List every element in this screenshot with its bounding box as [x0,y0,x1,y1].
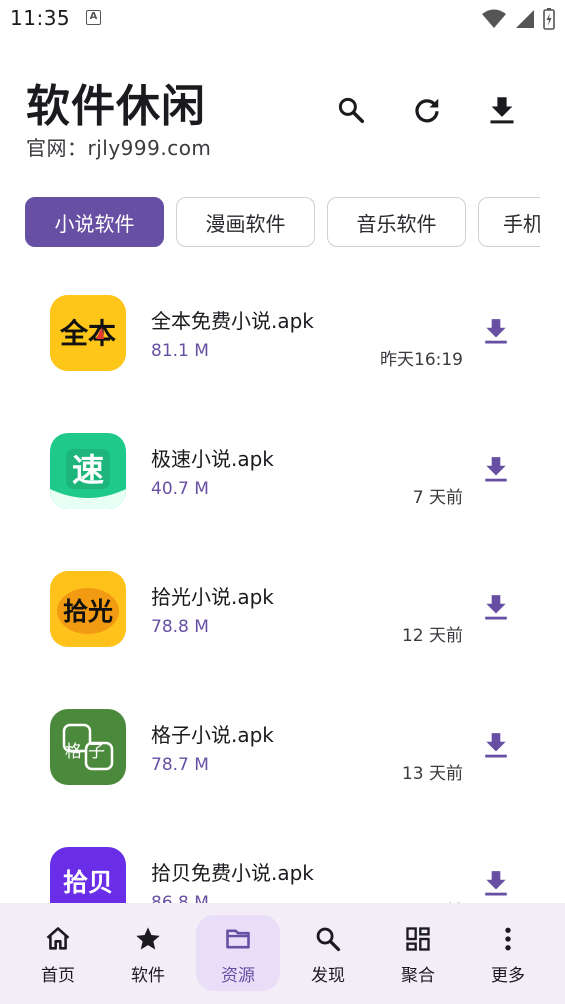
home-icon [44,925,72,953]
nav-label: 首页 [41,966,75,986]
status-icons [481,8,555,30]
wifi-icon [482,9,506,28]
download-icon [485,457,507,482]
search-button[interactable] [329,88,373,132]
nav-label: 资源 [221,966,255,986]
bottom-navigation: 首页 软件 资源 发现 聚合 更多 [0,903,565,1004]
more-vert-icon [494,925,522,953]
file-time: 7 天前 [412,488,463,508]
file-list: 全本 全本免费小说.apk 81.1 M 昨天16:19 速 极速小说.apk … [0,265,565,905]
download-file-button[interactable] [478,313,514,349]
grid-icon [404,925,432,953]
file-row[interactable]: 拾光 拾光小说.apk 78.8 M 12 天前 [0,541,565,679]
file-name: 极速小说.apk [151,447,274,471]
file-size: 81.1 M [151,341,209,361]
nav-item-discover[interactable]: 发现 [283,903,373,1004]
notification-a-icon: A [86,10,101,25]
download-icon [490,97,514,124]
nav-label: 发现 [311,966,345,986]
nav-label: 聚合 [401,966,435,986]
quanben-app-icon: 全本 [50,295,126,371]
tab-label: 漫画软件 [205,211,286,236]
download-icon [485,733,507,758]
file-time: 昨天16:19 [380,350,463,370]
file-row[interactable]: 全本 全本免费小说.apk 81.1 M 昨天16:19 [0,265,565,403]
download-icon [485,595,507,620]
file-name: 全本免费小说.apk [151,309,314,333]
file-row[interactable]: 拾贝 拾贝免费小说.apk 86.8 M 17 天前 [0,817,565,905]
file-time: 13 天前 [401,764,463,784]
file-name: 格子小说.apk [151,723,274,747]
file-name: 拾贝免费小说.apk [151,861,314,885]
jisu-app-icon: 速 [50,433,126,509]
nav-item-software[interactable]: 软件 [103,903,193,1004]
app-icon-text: 拾光 [63,597,113,626]
tab-label: 小说软件 [54,211,135,236]
nav-item-home[interactable]: 首页 [13,903,103,1004]
gezi-app-icon: 格子 [50,709,126,785]
refresh-icon [415,98,439,123]
nav-label: 更多 [491,966,525,986]
app-icon-text: 全本 [59,317,116,350]
download-file-button[interactable] [478,451,514,487]
app-icon-text: 格子 [65,742,111,762]
tab-label: 手机 [503,211,540,236]
download-file-button[interactable] [478,865,514,901]
tab-music[interactable]: 音乐软件 [327,197,466,247]
download-icon [485,871,507,896]
nav-item-resources[interactable]: 资源 [193,903,283,1004]
file-row[interactable]: 格子 格子小说.apk 78.7 M 13 天前 [0,679,565,817]
status-bar: 11:35 A [0,0,565,38]
nav-item-aggregate[interactable]: 聚合 [373,903,463,1004]
tab-phone[interactable]: 手机 [478,197,540,247]
shiguang-app-icon: 拾光 [50,571,126,647]
app-icon-text: 拾贝 [63,868,113,897]
shibei-app-icon: 拾贝 [50,847,126,905]
file-time: 12 天前 [401,626,463,646]
download-file-button[interactable] [478,727,514,763]
status-time: 11:35 [10,6,71,30]
signal-icon [516,10,534,28]
folder-icon [224,925,252,953]
download-button[interactable] [480,88,524,132]
file-size: 40.7 M [151,479,209,499]
battery-charging-icon [543,8,555,30]
category-tabs: 小说软件 漫画软件 音乐软件 手机 [25,197,540,249]
tab-label: 音乐软件 [356,211,437,236]
file-size: 78.7 M [151,755,209,775]
download-file-button[interactable] [478,589,514,625]
refresh-button[interactable] [405,88,449,132]
site-url-text: 官网：rjly999.com [26,136,212,160]
search-icon [314,925,342,953]
nav-label: 软件 [131,966,165,986]
app-icon-text: 速 [72,451,104,489]
star-icon [134,925,162,953]
download-icon [485,319,507,344]
file-name: 拾光小说.apk [151,585,274,609]
nav-item-more[interactable]: 更多 [463,903,553,1004]
page-title: 软件休闲 [26,81,206,132]
file-row[interactable]: 速 极速小说.apk 40.7 M 7 天前 [0,403,565,541]
tab-novel[interactable]: 小说软件 [25,197,164,247]
tab-comic[interactable]: 漫画软件 [176,197,315,247]
file-size: 78.8 M [151,617,209,637]
search-icon [338,97,364,123]
